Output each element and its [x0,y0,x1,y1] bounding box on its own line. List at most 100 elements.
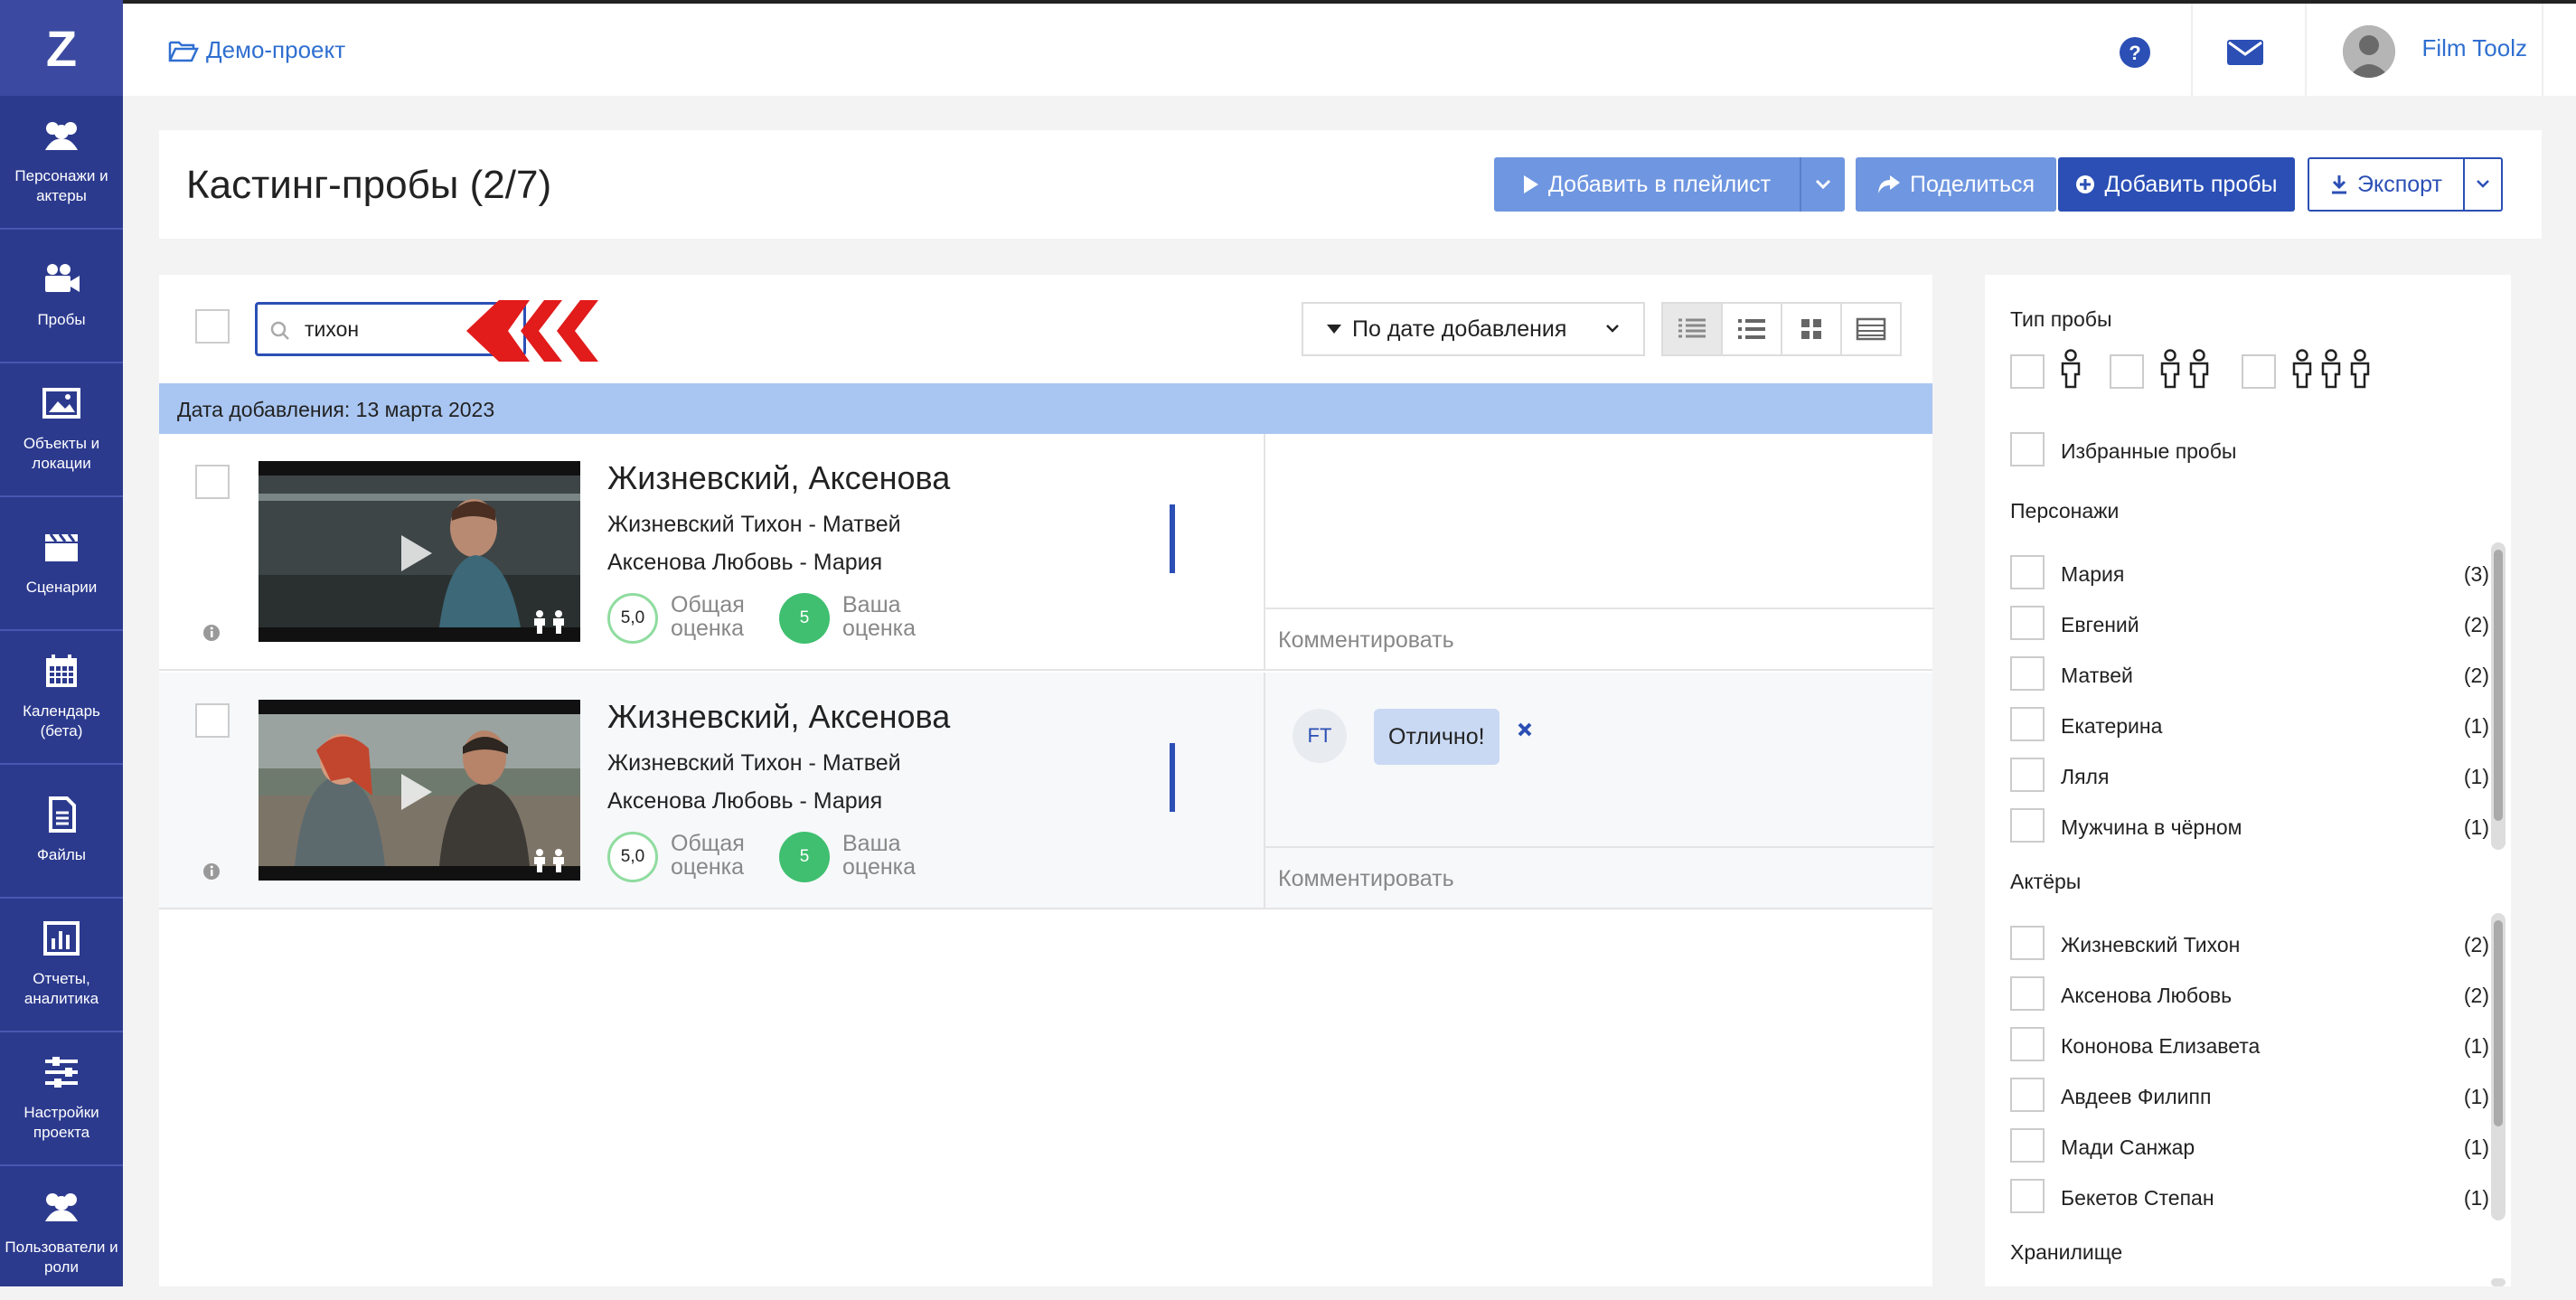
user-avatar-icon [2343,25,2395,78]
filter-checkbox[interactable] [2010,707,2045,741]
filter-item[interactable]: Авдеев Филипп (1) [2010,1078,2489,1114]
sidebar-item-takes[interactable]: Пробы [0,230,123,363]
filter-checkbox[interactable] [2010,926,2045,960]
sidebar-item-calendar[interactable]: Календарь (бета) [0,631,123,765]
characters-heading: Персонажи [2010,499,2120,523]
row-checkbox[interactable] [195,465,230,499]
take-type-single-checkbox[interactable] [2010,354,2045,389]
filter-item[interactable]: Мужчина в чёрном (1) [2010,808,2489,844]
export-button[interactable]: Экспорт [2308,157,2465,212]
sidebar-item-reports[interactable]: Отчеты, аналитика [0,899,123,1032]
take-title[interactable]: Жизневский, Аксенова [607,698,950,736]
divider [2542,4,2543,96]
characters-scrollbar[interactable] [2491,542,2505,850]
actors-scrollbar[interactable] [2491,913,2505,1220]
your-score[interactable]: 5 [779,593,830,644]
comment-author-avatar: FT [1293,709,1347,763]
sidebar-item-scripts[interactable]: Сценарии [0,497,123,631]
filter-checkbox[interactable] [2010,758,2045,792]
app-logo[interactable]: Z [0,0,123,96]
add-takes-button[interactable]: Добавить пробы [2058,157,2295,212]
filter-item[interactable]: Кононова Елизавета (1) [2010,1027,2489,1063]
chart-icon [43,921,80,956]
sidebar-item-settings[interactable]: Настройки проекта [0,1032,123,1166]
take-type-group-checkbox[interactable] [2242,354,2276,389]
share-icon [1877,175,1900,193]
filter-label: Мужчина в чёрном [2061,815,2242,839]
filter-checkbox[interactable] [2010,808,2045,843]
table-row[interactable]: Жизневский, Аксенова Жизневский Тихон - … [159,434,1934,671]
sidebar-item-label: Пробы [37,311,86,328]
filter-item[interactable]: Екатерина (1) [2010,707,2489,743]
plus-circle-icon [2076,175,2095,193]
close-icon[interactable] [1517,721,1533,738]
help-icon[interactable]: ? [2119,36,2151,69]
share-button[interactable]: Поделиться [1856,157,2056,212]
sidebar-item-files[interactable]: Файлы [0,765,123,899]
filter-checkbox[interactable] [2010,976,2045,1011]
playlist-dropdown-button[interactable] [1800,157,1845,212]
video-thumbnail[interactable] [259,461,580,642]
filter-item[interactable]: Мария (3) [2010,555,2489,591]
status-marker [1170,504,1175,573]
export-dropdown-button[interactable] [2463,157,2503,212]
view-table-button[interactable] [1842,304,1900,354]
filter-checkbox[interactable] [2010,1078,2045,1112]
filter-item[interactable]: Мади Санжар (1) [2010,1128,2489,1164]
filter-checkbox[interactable] [2010,555,2045,589]
status-marker [1170,743,1175,812]
filter-item[interactable]: Бекетов Степан (1) [2010,1179,2489,1215]
comment-input[interactable]: Комментировать [1265,608,1934,671]
sidebar-item-characters[interactable]: Персонажи и актеры [0,96,123,230]
table-icon [1856,317,1886,341]
comment-bubble: Отлично! [1374,709,1500,765]
play-icon [401,535,432,571]
view-compact-list-button[interactable] [1663,304,1723,354]
filter-item[interactable]: Ляля (1) [2010,758,2489,794]
filter-checkbox[interactable] [2010,1179,2045,1213]
page-title: Кастинг-пробы (2/7) [186,163,552,207]
favorites-filter[interactable]: Избранные пробы [2010,432,2489,468]
view-grid-button[interactable] [1782,304,1842,354]
select-all-checkbox[interactable] [195,309,230,344]
take-type-pair-checkbox[interactable] [2110,354,2144,389]
search-input[interactable] [305,314,485,344]
calendar-icon [46,655,77,687]
row-checkbox[interactable] [195,703,230,738]
comment-input[interactable]: Комментировать [1265,846,1934,909]
filter-item[interactable]: Аксенова Любовь (2) [2010,976,2489,1013]
breadcrumb-project: Демо-проект [206,36,346,63]
sidebar-item-locations[interactable]: Объекты и локации [0,363,123,497]
filter-item[interactable]: Жизневский Тихон (2) [2010,926,2489,962]
filter-checkbox[interactable] [2010,1128,2045,1163]
video-thumbnail[interactable] [259,700,580,881]
sidebar-item-label: Настройки проекта [24,1104,99,1141]
export-label: Экспорт [2357,171,2442,197]
favorites-checkbox[interactable] [2010,432,2045,466]
filter-item[interactable]: Матвей (2) [2010,656,2489,692]
info-icon[interactable] [202,624,221,642]
storage-scrollbar[interactable] [2491,1278,2505,1286]
view-list-button[interactable] [1723,304,1782,354]
filter-label: Евгений [2061,613,2139,636]
filter-checkbox[interactable] [2010,656,2045,691]
filter-label: Матвей [2061,664,2133,687]
user-name[interactable]: Film Toolz [2421,34,2527,62]
comments-panel: FT Отлично! Комментировать [1264,673,1934,909]
filter-count: (1) [2463,1034,2489,1058]
take-title[interactable]: Жизневский, Аксенова [607,459,950,497]
breadcrumb[interactable]: Демо-проект [168,36,345,64]
avatar[interactable] [2343,25,2395,78]
sort-dropdown[interactable]: По дате добавления [1302,302,1645,356]
sidebar-item-users[interactable]: Пользователи и роли [0,1166,123,1300]
filter-checkbox[interactable] [2010,1027,2045,1061]
filter-item[interactable]: Евгений (2) [2010,606,2489,642]
mail-icon[interactable] [2227,40,2263,65]
table-row[interactable]: Жизневский, Аксенова Жизневский Тихон - … [159,673,1934,909]
info-icon[interactable] [202,862,221,881]
filter-checkbox[interactable] [2010,606,2045,640]
add-to-playlist-button[interactable]: Добавить в плейлист [1494,157,1800,212]
your-score[interactable]: 5 [779,832,830,882]
actors-heading: Актёры [2010,870,2082,893]
sidebar-item-label: Календарь (бета) [23,702,100,739]
